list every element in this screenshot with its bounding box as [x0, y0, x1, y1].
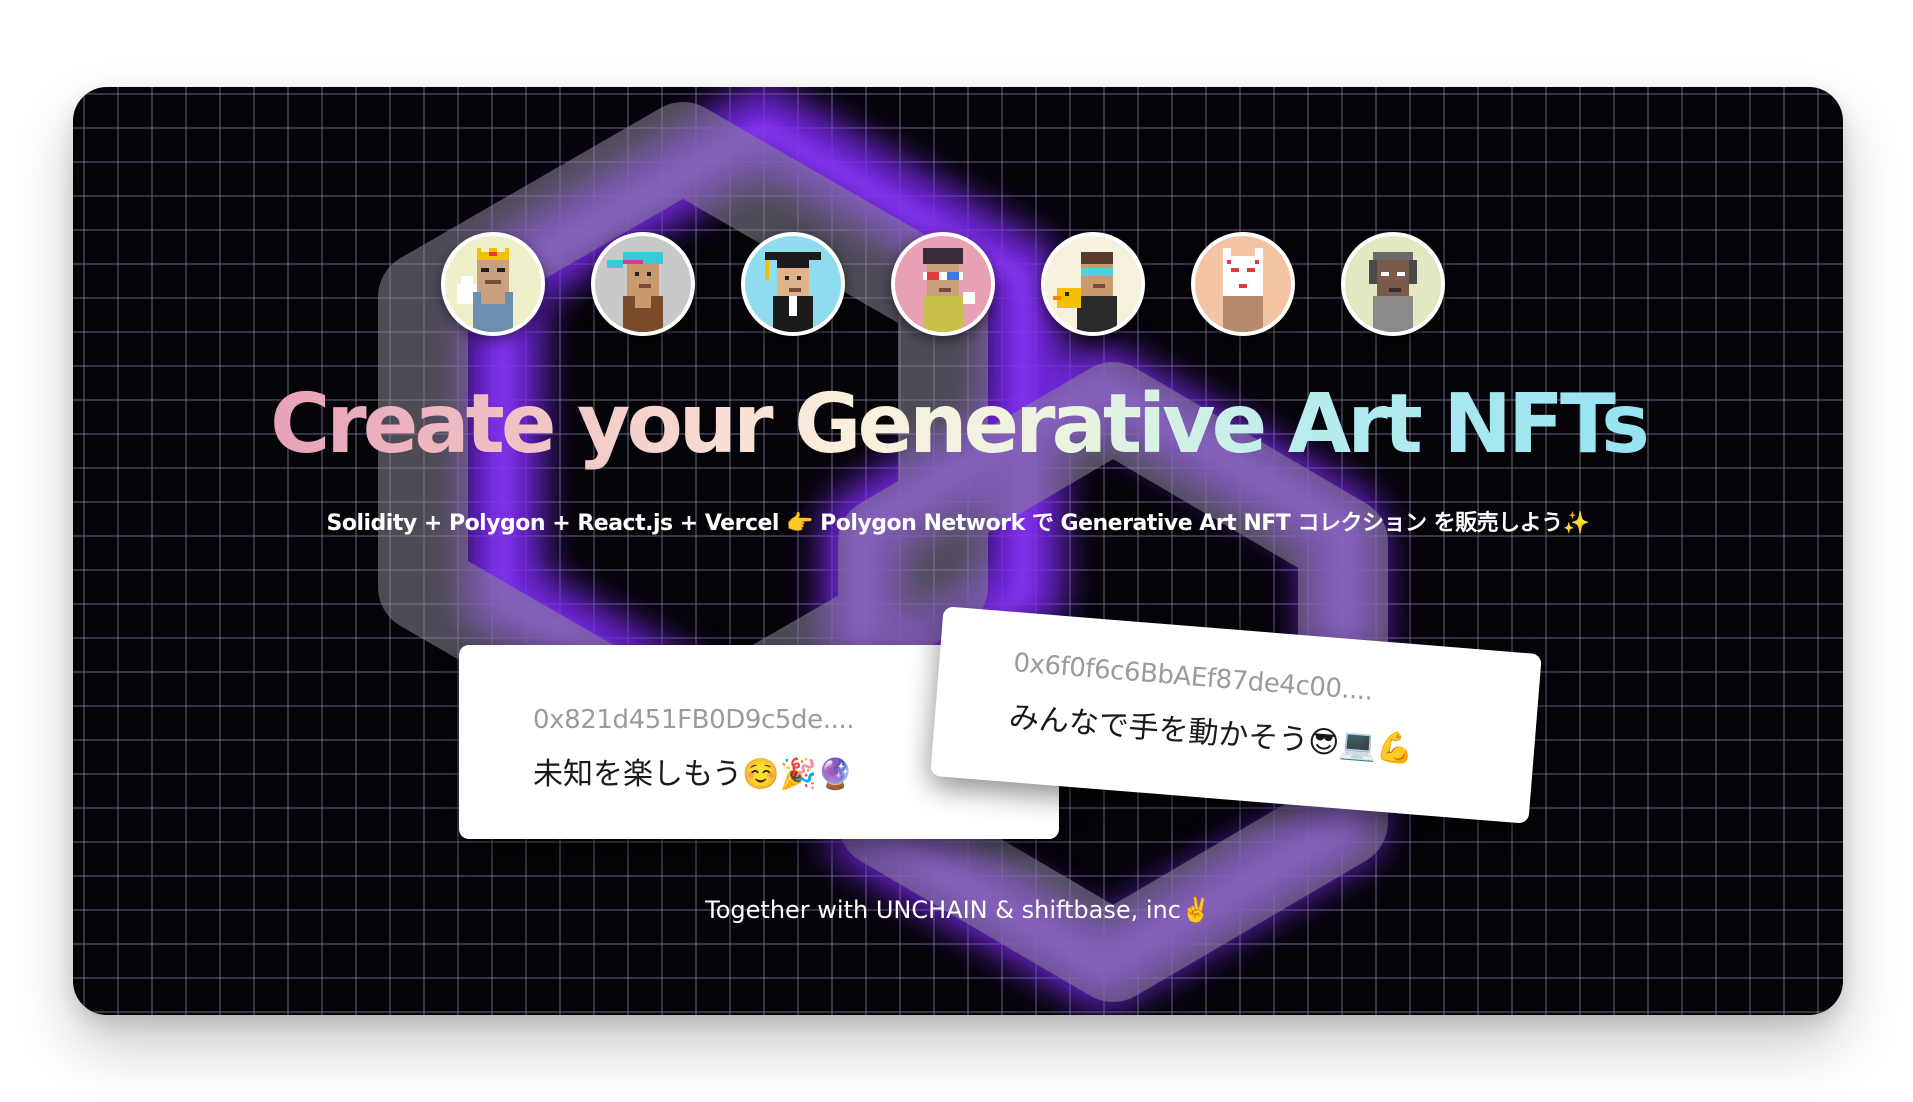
fox-mask-character-avatar — [1191, 232, 1295, 336]
cap-character-avatar — [591, 232, 695, 336]
page-subtitle: Solidity + Polygon + React.js + Vercel 👉… — [326, 511, 1591, 536]
hero-banner: Create your Generative Art NFTs Solidity… — [73, 87, 1843, 1015]
crowned-character-avatar — [441, 232, 545, 336]
headset-character-avatar — [1341, 232, 1445, 336]
credits-footer: Together with UNCHAIN & shiftbase, inc✌️ — [705, 896, 1211, 924]
page: Create your Generative Art NFTs Solidity… — [0, 0, 1913, 1102]
polygon-logo-icon — [378, 87, 1388, 1007]
duck-character-avatar — [1041, 232, 1145, 336]
graduate-character-avatar — [741, 232, 845, 336]
headline-text: Create your Generative Art NFTs — [270, 377, 1650, 472]
3d-glasses-character-avatar — [891, 232, 995, 336]
page-title: Create your Generative Art NFTs — [73, 375, 1843, 475]
wallet-address: 0x821d451FB0D9c5de.... — [533, 705, 855, 735]
avatar-row — [441, 232, 1445, 336]
message-text: 未知を楽しもう☺️🎉🔮 — [533, 757, 855, 792]
